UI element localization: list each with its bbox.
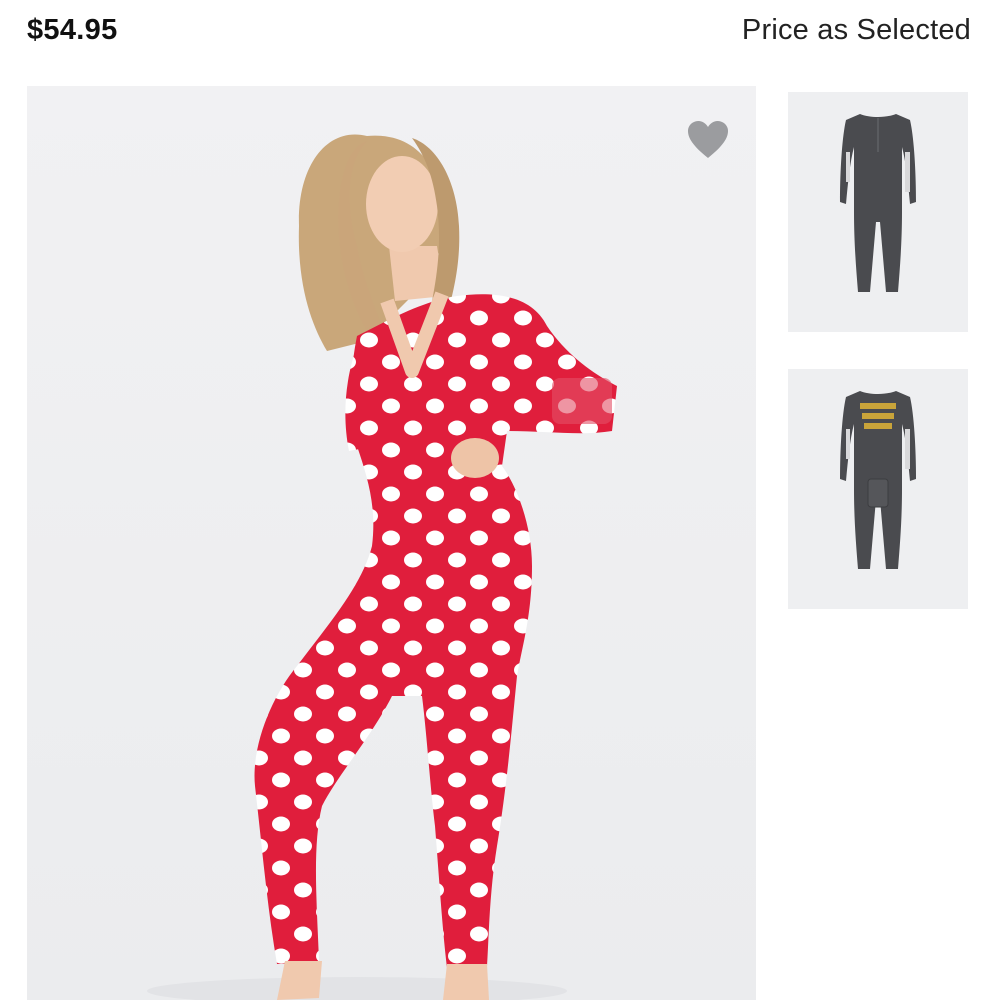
charcoal-onesie-illustration <box>840 114 916 292</box>
heart-icon[interactable] <box>687 120 729 160</box>
charcoal-graphic-onesie-illustration <box>840 391 916 569</box>
main-product-image[interactable] <box>27 86 756 1000</box>
product-price: $54.95 <box>27 14 118 46</box>
model-in-red-onesie-illustration <box>147 134 617 1000</box>
price-as-selected-label: Price as Selected <box>741 14 971 46</box>
thumbnail-charcoal-graphic-onesie[interactable] <box>788 369 968 609</box>
thumbnail-charcoal-onesie[interactable] <box>788 92 968 332</box>
